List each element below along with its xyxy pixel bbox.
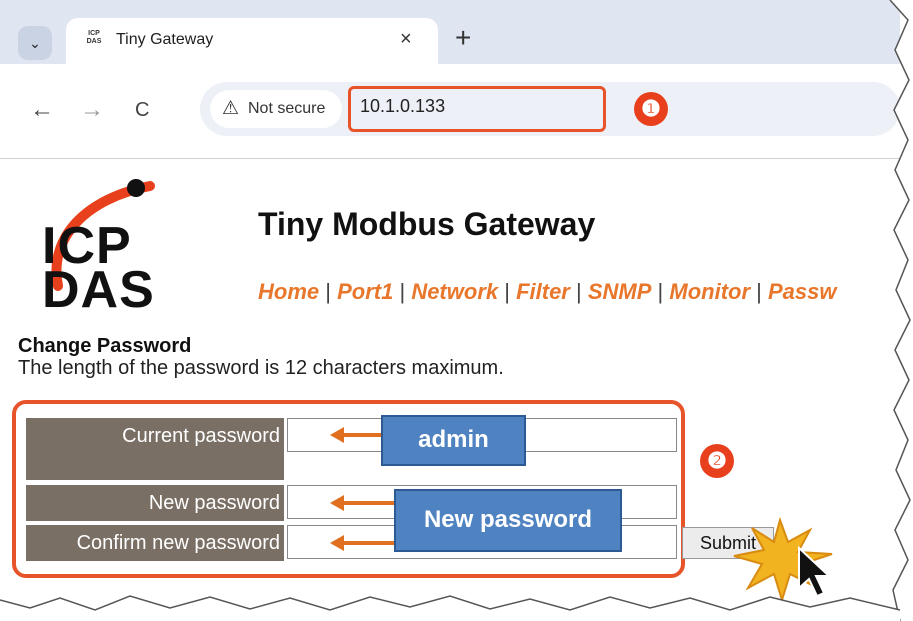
- torn-edge-overlay: [0, 0, 913, 621]
